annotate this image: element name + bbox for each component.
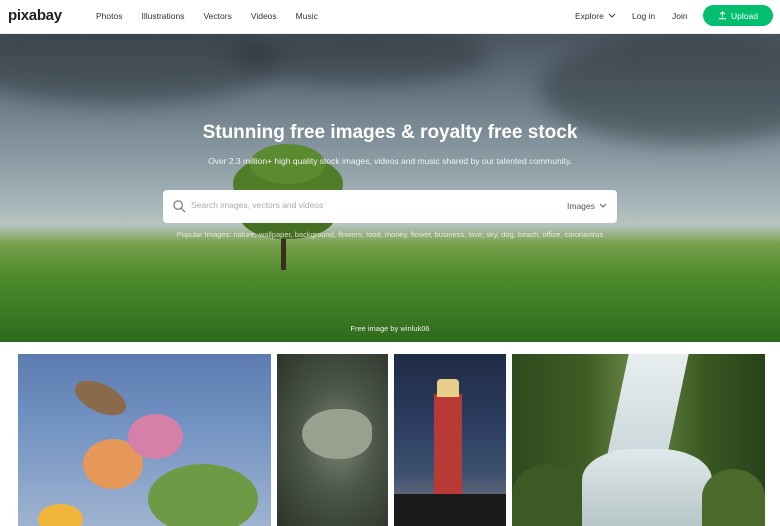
upload-icon [718, 11, 727, 20]
chevron-down-icon [599, 203, 607, 208]
nav-photos[interactable]: Photos [96, 11, 122, 21]
waterfall-stream [605, 354, 689, 464]
media-type-label: Images [567, 201, 595, 211]
lighthouse-lamp [437, 379, 459, 397]
hero-banner: Stunning free images & royalty free stoc… [0, 34, 780, 342]
leaves-shape [148, 464, 258, 526]
explore-menu[interactable]: Explore [575, 11, 616, 21]
water-pool [582, 449, 712, 526]
butterfly-flowers-photo[interactable] [18, 354, 271, 526]
join-link[interactable]: Join [672, 11, 688, 21]
waterfall-photo[interactable] [512, 354, 765, 526]
flower-shape [128, 414, 183, 459]
fish-shape [302, 409, 372, 459]
flower-shape [38, 504, 83, 526]
hero-title: Stunning free images & royalty free stoc… [202, 122, 578, 143]
explore-label: Explore [575, 11, 604, 21]
nav-videos[interactable]: Videos [251, 11, 277, 21]
nav-music[interactable]: Music [296, 11, 318, 21]
butterfly-shape [69, 373, 132, 423]
nav-illustrations[interactable]: Illustrations [141, 11, 184, 21]
upload-label: Upload [731, 10, 758, 21]
mossy-rock [702, 469, 765, 526]
image-credit[interactable]: Free image by winluk06 [0, 324, 780, 333]
mossy-rock [512, 464, 582, 526]
search-bar: Images [163, 190, 617, 223]
chevron-down-icon [608, 13, 616, 18]
pixabay-logo[interactable]: pixabay [8, 7, 62, 24]
lighthouse-tower [434, 394, 462, 494]
fish-photo[interactable] [277, 354, 388, 526]
lighthouse-photo[interactable] [394, 354, 506, 526]
media-type-dropdown[interactable]: Images [567, 201, 607, 211]
login-link[interactable]: Log in [632, 11, 655, 21]
cloud-shape [230, 34, 490, 84]
search-icon[interactable] [172, 199, 187, 214]
nav-vectors[interactable]: Vectors [203, 11, 231, 21]
popular-images[interactable]: Popular Images: nature, wallpaper, backg… [170, 230, 610, 240]
top-navbar: pixabay Photos Illustrations Vectors Vid… [0, 0, 780, 34]
main-nav: Photos Illustrations Vectors Videos Musi… [96, 11, 337, 21]
upload-button[interactable]: Upload [703, 5, 773, 26]
hero-subtitle: Over 2.3 million+ high quality stock ima… [208, 156, 572, 166]
ground-shape [394, 494, 506, 526]
search-input[interactable] [191, 200, 551, 210]
